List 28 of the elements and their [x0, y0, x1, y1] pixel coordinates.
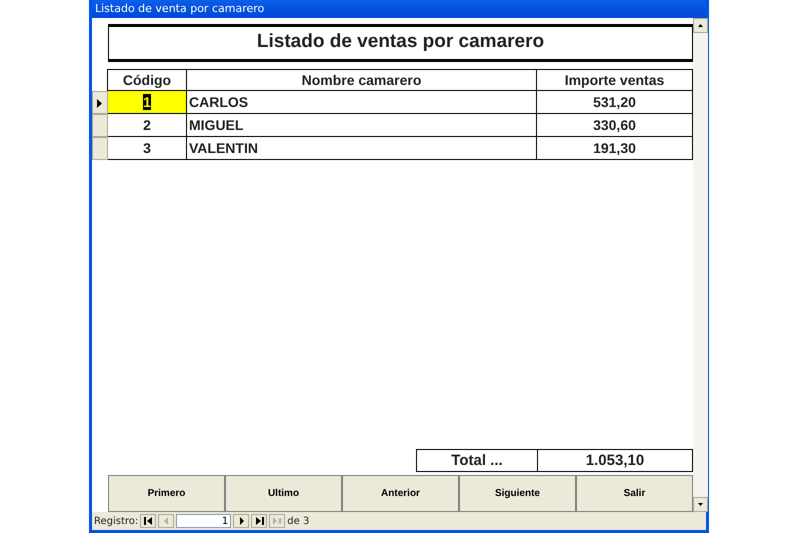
total-label: Total ...: [416, 449, 538, 472]
report-title: Listado de ventas por camarero: [108, 24, 693, 62]
new-record-icon: [272, 517, 282, 525]
scroll-up-button[interactable]: [693, 18, 708, 33]
previous-icon: [162, 517, 171, 525]
up-arrow-icon: [698, 24, 703, 27]
first-record-button[interactable]: [140, 514, 156, 528]
selected-cell[interactable]: 1: [107, 90, 187, 114]
current-record-icon: [97, 99, 102, 108]
down-arrow-icon: [698, 503, 703, 506]
last-icon: [254, 517, 264, 525]
last-record-button[interactable]: [251, 514, 268, 528]
table-cell: 191,30: [536, 136, 693, 160]
next-record-button[interactable]: [233, 514, 250, 528]
scroll-down-button[interactable]: [693, 497, 708, 512]
form-button[interactable]: Siguiente: [459, 475, 576, 512]
total-value: 1.053,10: [537, 449, 693, 472]
record-number-field[interactable]: 1: [176, 514, 232, 528]
table-cell: 1: [143, 94, 151, 110]
form-button[interactable]: Anterior: [342, 475, 459, 512]
record-count: de 3: [287, 514, 310, 528]
record-selector[interactable]: [92, 91, 108, 114]
form-button[interactable]: Ultimo: [225, 475, 342, 512]
window-title: Listado de venta por camarero: [92, 0, 706, 18]
form-button[interactable]: Salir: [576, 475, 693, 512]
form-button[interactable]: Primero: [108, 475, 225, 512]
record-label: Registro:: [94, 514, 138, 528]
first-icon: [144, 517, 153, 525]
